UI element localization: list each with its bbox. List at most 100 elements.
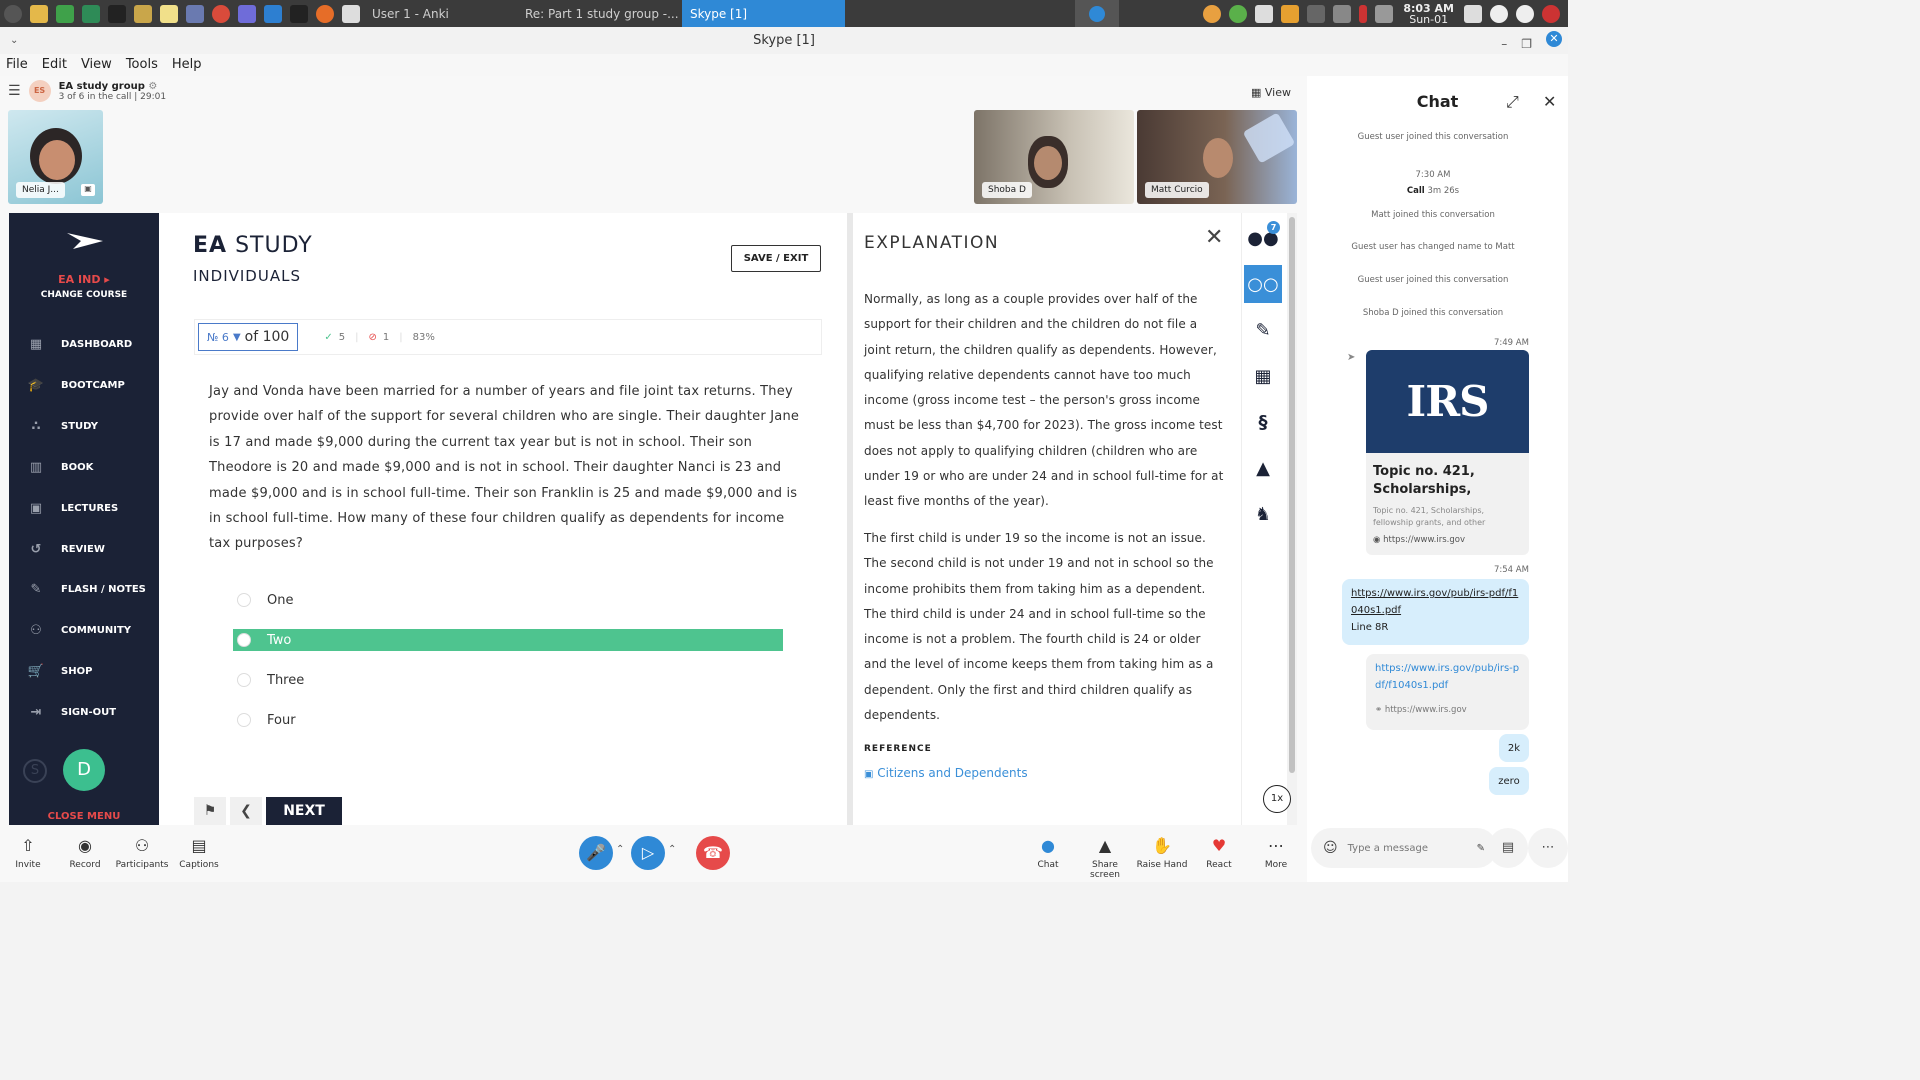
- chrome-icon[interactable]: [212, 4, 230, 23]
- scrollbar[interactable]: [1287, 213, 1297, 825]
- dashboard-app-icon[interactable]: [186, 4, 204, 23]
- menu-help[interactable]: Help: [172, 54, 202, 76]
- radio-button[interactable]: [237, 673, 251, 687]
- answer-option-3[interactable]: Three: [233, 669, 783, 691]
- microphone-button[interactable]: 🎤: [579, 836, 613, 870]
- notes-tool-button[interactable]: ✎: [1244, 311, 1282, 349]
- camera-options-chevron-icon[interactable]: ⌃: [668, 844, 676, 855]
- section-tool-button[interactable]: §: [1244, 403, 1282, 441]
- invite-button[interactable]: ⇧ Invite: [0, 832, 56, 870]
- task-anki[interactable]: User 1 - Anki: [364, 0, 509, 27]
- group-avatar[interactable]: ES: [28, 80, 51, 102]
- task-skype-mini[interactable]: [1075, 0, 1119, 27]
- scrollbar-thumb[interactable]: [1289, 217, 1295, 773]
- menu-edit[interactable]: Edit: [42, 54, 67, 76]
- more-options-button[interactable]: ⋯: [1528, 828, 1568, 868]
- message-link[interactable]: https://www.irs.gov/pub/irs-pdf/f1040s1.…: [1351, 585, 1520, 619]
- answer-option-4[interactable]: Four: [233, 709, 783, 731]
- mic-options-chevron-icon[interactable]: ⌃: [616, 844, 624, 855]
- message-link[interactable]: https://www.irs.gov/pub/irs-pdf/f1040s1.…: [1375, 660, 1520, 694]
- expand-icon[interactable]: ⤢: [1506, 92, 1519, 112]
- sidebar-item-lectures[interactable]: ▣ LECTURES: [27, 499, 118, 517]
- answer-option-1[interactable]: One: [233, 589, 783, 611]
- reference-link[interactable]: ▣ Citizens and Dependents: [864, 766, 1028, 780]
- terminal-icon[interactable]: [108, 4, 126, 23]
- attach-file-button[interactable]: ▤: [1488, 828, 1528, 868]
- hamburger-icon[interactable]: ☰: [8, 83, 21, 99]
- participant-tile-matt[interactable]: Matt Curcio: [1137, 110, 1297, 204]
- message-input[interactable]: Type a message: [1348, 843, 1467, 854]
- next-button[interactable]: NEXT: [266, 797, 342, 825]
- book-tool-button[interactable]: ▲: [1244, 449, 1282, 487]
- speed-button[interactable]: 1x: [1263, 785, 1291, 813]
- sidebar-item-book[interactable]: ▥ BOOK: [27, 458, 94, 476]
- sidebar-item-study[interactable]: ∴ STUDY: [27, 417, 98, 435]
- menu-icon[interactable]: [4, 4, 22, 23]
- wifi-icon[interactable]: [1333, 4, 1352, 23]
- collapse-icon[interactable]: ⌄: [10, 27, 18, 54]
- sidebar-item-shop[interactable]: 🛒 SHOP: [27, 662, 93, 680]
- vscode-icon[interactable]: [264, 4, 282, 23]
- captions-button[interactable]: ▤ Captions: [171, 832, 227, 870]
- close-chat-icon[interactable]: ✕: [1543, 92, 1556, 111]
- flame-icon[interactable]: [1281, 4, 1300, 23]
- camera-button[interactable]: ▷: [631, 836, 665, 870]
- refresh-icon[interactable]: [1516, 4, 1534, 23]
- message-composer[interactable]: ☺ Type a message ✎: [1311, 828, 1497, 868]
- end-call-button[interactable]: ☎: [696, 836, 730, 870]
- save-exit-button[interactable]: SAVE / EXIT: [731, 245, 821, 272]
- close-window-icon[interactable]: ✕: [1546, 31, 1562, 47]
- radio-button[interactable]: [237, 633, 251, 647]
- files-icon[interactable]: [30, 4, 48, 23]
- settings-icon[interactable]: ⚙: [148, 81, 157, 92]
- participant-tile-nelia[interactable]: Nelia J... ▣: [8, 110, 103, 204]
- record-button[interactable]: ◉ Record: [57, 832, 113, 870]
- mascot-tool-button[interactable]: ♞: [1244, 495, 1282, 533]
- video-app-icon[interactable]: [238, 4, 256, 23]
- grid-app-icon[interactable]: [82, 4, 100, 23]
- flag-button[interactable]: ⚑: [194, 797, 226, 825]
- chrome-tray-icon[interactable]: [1490, 4, 1508, 23]
- handwrite-icon[interactable]: ✎: [1477, 843, 1485, 854]
- close-icon[interactable]: ✕: [1205, 225, 1223, 250]
- participant-tile-shoba[interactable]: Shoba D: [974, 110, 1134, 204]
- explanation-tool-button[interactable]: ○○: [1244, 265, 1282, 303]
- clock[interactable]: 8:03 AM Sun-01: [1403, 3, 1454, 25]
- view-button[interactable]: ▦ View: [1251, 86, 1291, 99]
- power-icon[interactable]: [1542, 4, 1560, 23]
- weather-icon[interactable]: [1203, 4, 1222, 23]
- course-selector[interactable]: EA IND ▸ CHANGE COURSE: [9, 273, 159, 300]
- firefox-icon[interactable]: [316, 4, 334, 23]
- close-menu-button[interactable]: CLOSE MENU: [9, 811, 159, 822]
- star-app-icon[interactable]: [290, 4, 308, 23]
- task-skype[interactable]: Skype [1]: [682, 0, 845, 27]
- question-number-select[interactable]: № 6 ▼ of 100: [198, 323, 299, 351]
- notes-app-icon[interactable]: [160, 4, 178, 23]
- more-button[interactable]: ⋯ More: [1248, 832, 1304, 870]
- radio-button[interactable]: [237, 593, 251, 607]
- home-icon[interactable]: [342, 4, 360, 23]
- community-tool-button[interactable]: ●● 7: [1244, 219, 1282, 257]
- group-name[interactable]: EA study group: [59, 81, 145, 92]
- calculator-tool-button[interactable]: ▦: [1244, 357, 1282, 395]
- sidebar-item-sign-out[interactable]: ⇥ SIGN-OUT: [27, 703, 117, 721]
- task-email[interactable]: Re: Part 1 study group -...: [517, 0, 682, 27]
- sidebar-item-bootcamp[interactable]: 🎓 BOOTCAMP: [27, 376, 125, 394]
- share-screen-button[interactable]: ▲ Share screen: [1077, 832, 1133, 880]
- participants-button[interactable]: ⚇ Participants: [114, 832, 170, 870]
- menu-file[interactable]: File: [6, 54, 28, 76]
- sync-icon[interactable]: [1229, 4, 1248, 23]
- battery-icon[interactable]: [1359, 4, 1368, 23]
- menu-tools[interactable]: Tools: [126, 54, 158, 76]
- sidebar-item-dashboard[interactable]: ▦ DASHBOARD: [27, 335, 132, 353]
- volume-icon[interactable]: [1375, 4, 1394, 23]
- answer-option-2[interactable]: Two: [233, 629, 783, 651]
- previous-button[interactable]: ❮: [230, 797, 262, 825]
- sidebar-item-review[interactable]: ↺ REVIEW: [27, 540, 105, 558]
- chart-app-icon[interactable]: [56, 4, 74, 23]
- radio-button[interactable]: [237, 713, 251, 727]
- lock-icon[interactable]: [1464, 4, 1482, 23]
- bell-off-icon[interactable]: [1307, 4, 1326, 23]
- chat-button[interactable]: ● Chat: [1020, 832, 1076, 870]
- emoji-icon[interactable]: ☺: [1323, 840, 1338, 856]
